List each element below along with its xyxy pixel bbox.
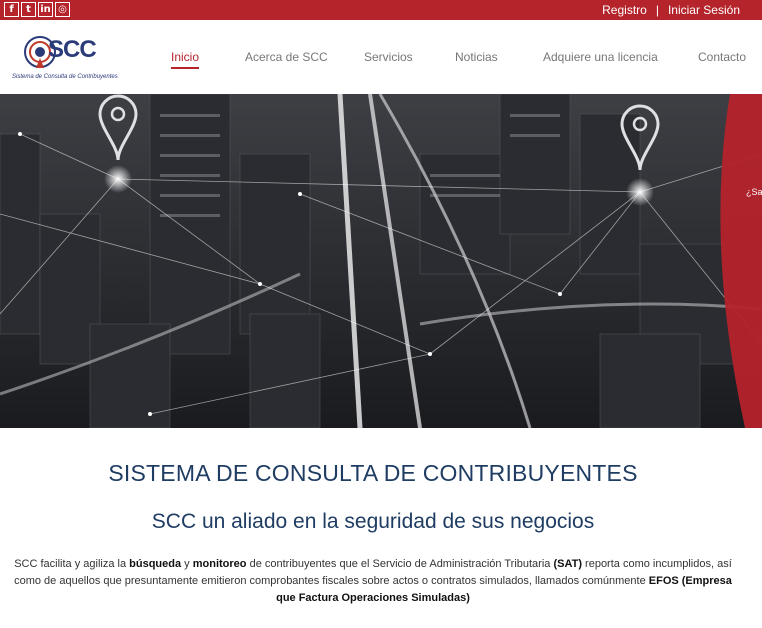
- social-links: f t in ◎: [4, 2, 70, 17]
- hero-city-image: ¿Sa: [0, 94, 762, 428]
- hero-side-text: ¿Sa: [746, 187, 762, 197]
- auth-links: Registro | Iniciar Sesión: [602, 3, 740, 17]
- auth-separator: |: [655, 3, 659, 17]
- logo-subtitle: Sistema de Consulta de Contribuyentes: [12, 74, 118, 80]
- para-bold: (SAT): [553, 558, 582, 570]
- nav-item-acerca[interactable]: Acerca de SCC: [245, 50, 328, 64]
- top-bar: f t in ◎ Registro | Iniciar Sesión: [0, 0, 762, 20]
- intro-paragraph: SCC facilita y agiliza la búsqueda y mon…: [6, 556, 740, 607]
- page-subtitle: SCC un aliado en la seguridad de sus neg…: [151, 510, 595, 533]
- linkedin-icon[interactable]: in: [38, 2, 53, 17]
- para-bold: monitoreo: [192, 558, 247, 570]
- nav-item-inicio[interactable]: Inicio: [171, 50, 200, 69]
- twitter-icon[interactable]: t: [21, 2, 36, 17]
- para-text: SCC facilita y agiliza la: [14, 558, 130, 570]
- nav-item-licencia[interactable]: Adquiere una licencia: [543, 50, 658, 64]
- page-title: SISTEMA DE CONSULTA DE CONTRIBUYENTES: [108, 460, 638, 486]
- login-link[interactable]: Iniciar Sesión: [668, 3, 740, 17]
- para-text: de contribuyentes que el Servicio de Adm…: [246, 558, 554, 570]
- hero-banner: ¿Sa: [0, 94, 762, 428]
- main-nav: Inicio Acerca de SCC Servicios Noticias …: [0, 50, 762, 70]
- para-bold: búsqueda: [129, 558, 182, 570]
- nav-item-servicios[interactable]: Servicios: [364, 50, 413, 64]
- nav-item-noticias[interactable]: Noticias: [455, 50, 498, 64]
- instagram-icon[interactable]: ◎: [55, 2, 70, 17]
- nav-item-contacto[interactable]: Contacto: [698, 50, 746, 64]
- site-header: SCC Sistema de Consulta de Contribuyente…: [0, 20, 762, 94]
- facebook-icon[interactable]: f: [4, 2, 19, 17]
- register-link[interactable]: Registro: [602, 3, 647, 17]
- para-text: y: [181, 558, 193, 570]
